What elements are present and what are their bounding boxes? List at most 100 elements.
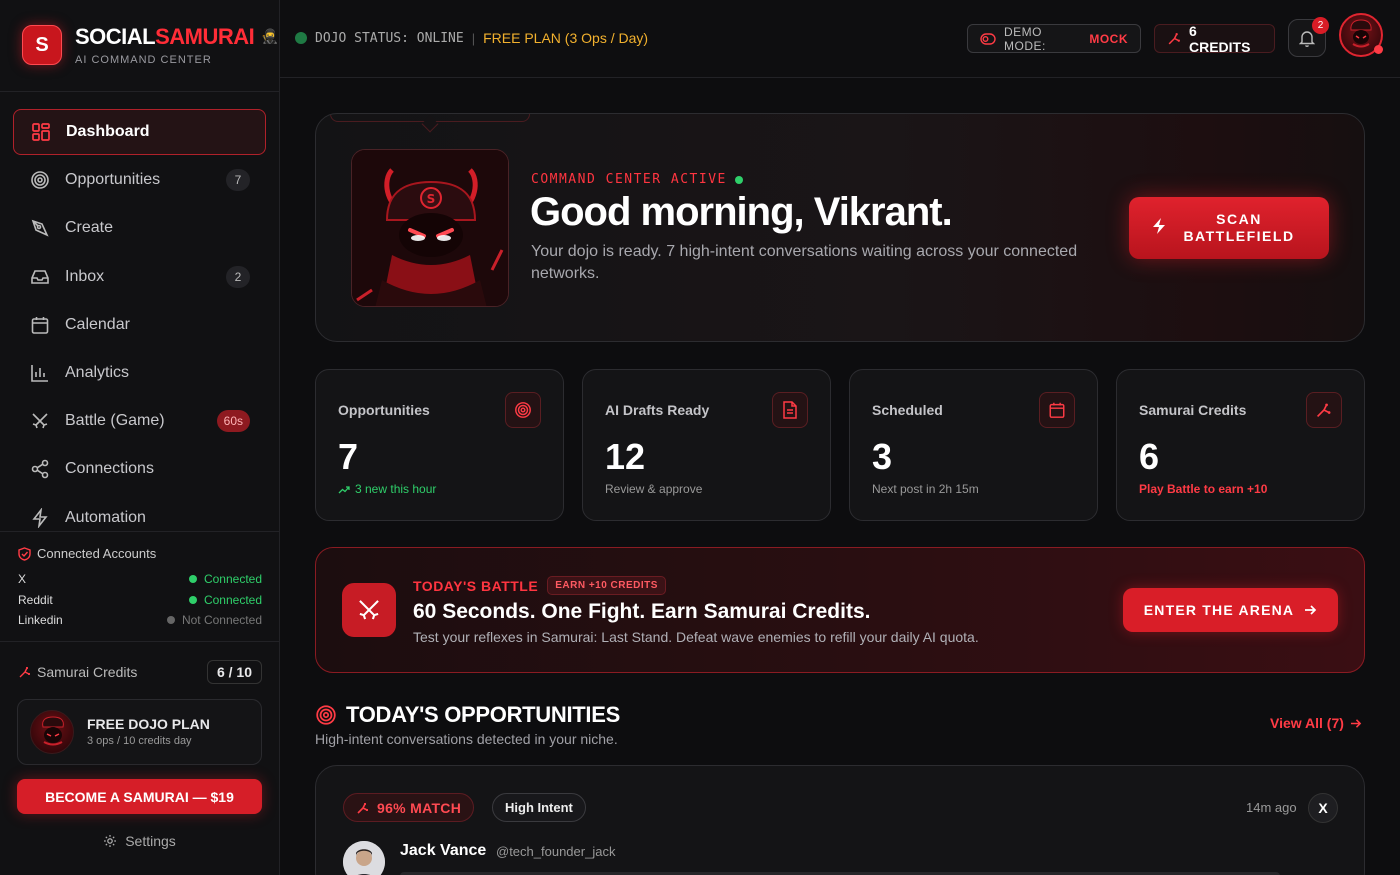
account-status-label: Not Connected — [181, 613, 262, 627]
stat-footnote: Next post in 2h 15m — [872, 482, 979, 496]
stat-card-ai-drafts[interactable]: AI Drafts Ready 12 Review & approve — [582, 369, 831, 521]
sidebar-item-label: Connections — [65, 460, 154, 478]
account-name: Reddit — [18, 593, 53, 607]
upgrade-button[interactable]: BECOME A SAMURAI — $19 — [17, 779, 262, 814]
stat-card-scheduled[interactable]: Scheduled 3 Next post in 2h 15m — [849, 369, 1098, 521]
calendar-icon — [29, 314, 51, 336]
credits-label-text: Samurai Credits — [37, 664, 138, 680]
target-icon — [505, 392, 541, 428]
sparkle-icon — [1306, 392, 1342, 428]
battle-subtitle: Test your reflexes in Samurai: Last Stan… — [413, 629, 979, 645]
hero-card: S COMMAND CENTER ACTIVE Good morning, Vi… — [315, 113, 1365, 342]
greeting-title: Good morning, Vikrant. — [530, 190, 953, 234]
scan-button-label: SCAN BATTLEFIELD — [1167, 211, 1329, 245]
account-row-x[interactable]: X Connected — [18, 572, 262, 586]
author-handle: @tech_founder_jack — [496, 844, 616, 859]
inbox-icon — [29, 266, 51, 288]
shield-icon — [18, 546, 31, 561]
plan-title: FREE DOJO PLAN — [87, 716, 210, 732]
stat-footnote-text: 3 new this hour — [355, 482, 437, 496]
document-icon — [772, 392, 808, 428]
active-indicator — [734, 175, 743, 184]
demo-label: DEMO MODE: — [1004, 24, 1046, 53]
sidebar-item-connections[interactable]: Connections — [13, 446, 266, 492]
sidebar-item-label: Inbox — [65, 267, 105, 285]
status-dot — [188, 596, 197, 604]
sidebar-item-label: Opportunities — [65, 171, 161, 189]
arrow-right-icon — [1350, 718, 1362, 729]
sparkle-icon — [356, 801, 370, 815]
brand-logo[interactable]: S — [22, 25, 62, 65]
samurai-hero-image: S — [351, 149, 509, 307]
intent-badge: High Intent — [492, 793, 586, 822]
main-nav: Dashboard Opportunities 7 Create Inbox 2 — [13, 109, 266, 543]
author-name[interactable]: Jack Vance — [400, 842, 486, 860]
opportunities-header: TODAY'S OPPORTUNITIES — [315, 702, 620, 728]
sidebar-item-analytics[interactable]: Analytics — [13, 350, 266, 396]
battle-banner: TODAY'S BATTLE EARN +10 CREDITS 60 Secon… — [315, 547, 1365, 673]
settings-link[interactable]: Settings — [0, 833, 279, 849]
demo-mode-toggle[interactable]: DEMO MODE: MOCK — [967, 24, 1141, 53]
plan-subtitle: 3 ops / 10 credits day — [87, 735, 192, 747]
bolt-icon — [1151, 217, 1167, 240]
account-name: Linkedin — [18, 613, 63, 627]
sidebar-item-label: Automation — [65, 508, 146, 526]
share-icon — [29, 458, 51, 480]
sidebar-item-battle[interactable]: Battle (Game) 60s — [13, 398, 266, 444]
plan-card: FREE DOJO PLAN 3 ops / 10 credits day — [17, 699, 262, 765]
account-row-reddit[interactable]: Reddit Connected — [18, 593, 262, 607]
scan-label-line2: BATTLEFIELD — [1183, 228, 1295, 244]
samurai-avatar — [30, 710, 74, 754]
brand-name: SOCIALSAMURAI — [75, 24, 255, 50]
brand-subtitle: AI COMMAND CENTER — [75, 54, 212, 66]
stat-label: AI Drafts Ready — [605, 402, 710, 418]
stat-label: Scheduled — [872, 402, 943, 418]
target-icon — [315, 704, 337, 726]
hero-kicker: COMMAND CENTER ACTIVE — [531, 172, 743, 187]
account-row-linkedin[interactable]: Linkedin Not Connected — [18, 613, 262, 627]
status-dot — [166, 616, 175, 624]
bolt-icon — [29, 507, 51, 529]
account-status-label: Connected — [203, 593, 262, 607]
account-name: X — [18, 572, 27, 586]
brand-name-a: SOCIAL — [75, 24, 156, 49]
sidebar-item-label: Create — [65, 219, 114, 237]
sidebar-item-calendar[interactable]: Calendar — [13, 302, 266, 348]
view-all-link[interactable]: View All (7) — [1270, 715, 1362, 731]
sidebar-item-inbox[interactable]: Inbox 2 — [13, 254, 266, 300]
enter-arena-button[interactable]: ENTER THE ARENA — [1123, 588, 1338, 632]
sidebar-item-create[interactable]: Create — [13, 205, 266, 251]
brand-name-b: SAMURAI — [155, 24, 255, 49]
svg-text:S: S — [427, 192, 436, 206]
swords-icon — [342, 583, 396, 637]
stat-label: Samurai Credits — [1139, 402, 1247, 418]
view-all-label: View All (7) — [1270, 715, 1344, 731]
settings-label: Settings — [125, 833, 176, 849]
ninja-icon: 🥷 — [261, 28, 279, 44]
accounts-title: Connected Accounts — [18, 546, 156, 561]
sidebar-item-opportunities[interactable]: Opportunities 7 — [13, 157, 266, 203]
sidebar-item-dashboard[interactable]: Dashboard — [13, 109, 266, 155]
stat-value: 6 — [1139, 436, 1160, 477]
credits-pill-label: 6 CREDITS — [1189, 22, 1251, 55]
connected-accounts: Connected Accounts X Connected Reddit Co… — [0, 531, 279, 642]
x-platform-icon[interactable]: X — [1308, 793, 1338, 823]
credits-pill[interactable]: 6 CREDITS — [1154, 22, 1275, 55]
status-dot — [295, 32, 307, 44]
avatar[interactable] — [343, 841, 385, 875]
stat-footnote: Review & approve — [605, 482, 703, 496]
timer-badge: 60s — [216, 410, 250, 433]
trend-up-icon — [338, 485, 350, 494]
sidebar-item-label: Battle (Game) — [65, 412, 165, 430]
stat-label: Opportunities — [338, 402, 430, 418]
demo-value: MOCK — [1089, 31, 1128, 46]
match-badge: 96% MATCH — [343, 793, 475, 822]
stat-card-opportunities[interactable]: Opportunities 7 3 new this hour — [315, 369, 564, 521]
credits-value: 6 / 10 — [206, 660, 262, 684]
opportunity-card[interactable]: 96% MATCH High Intent 14m ago X Jack Van… — [315, 765, 1365, 875]
stat-value: 7 — [338, 436, 359, 477]
stat-card-credits[interactable]: Samurai Credits 6 Play Battle to earn +1… — [1116, 369, 1365, 521]
scan-battlefield-button[interactable]: SCAN BATTLEFIELD — [1129, 197, 1329, 259]
stat-value: 3 — [872, 436, 893, 477]
account-status: Not Connected — [166, 613, 262, 627]
